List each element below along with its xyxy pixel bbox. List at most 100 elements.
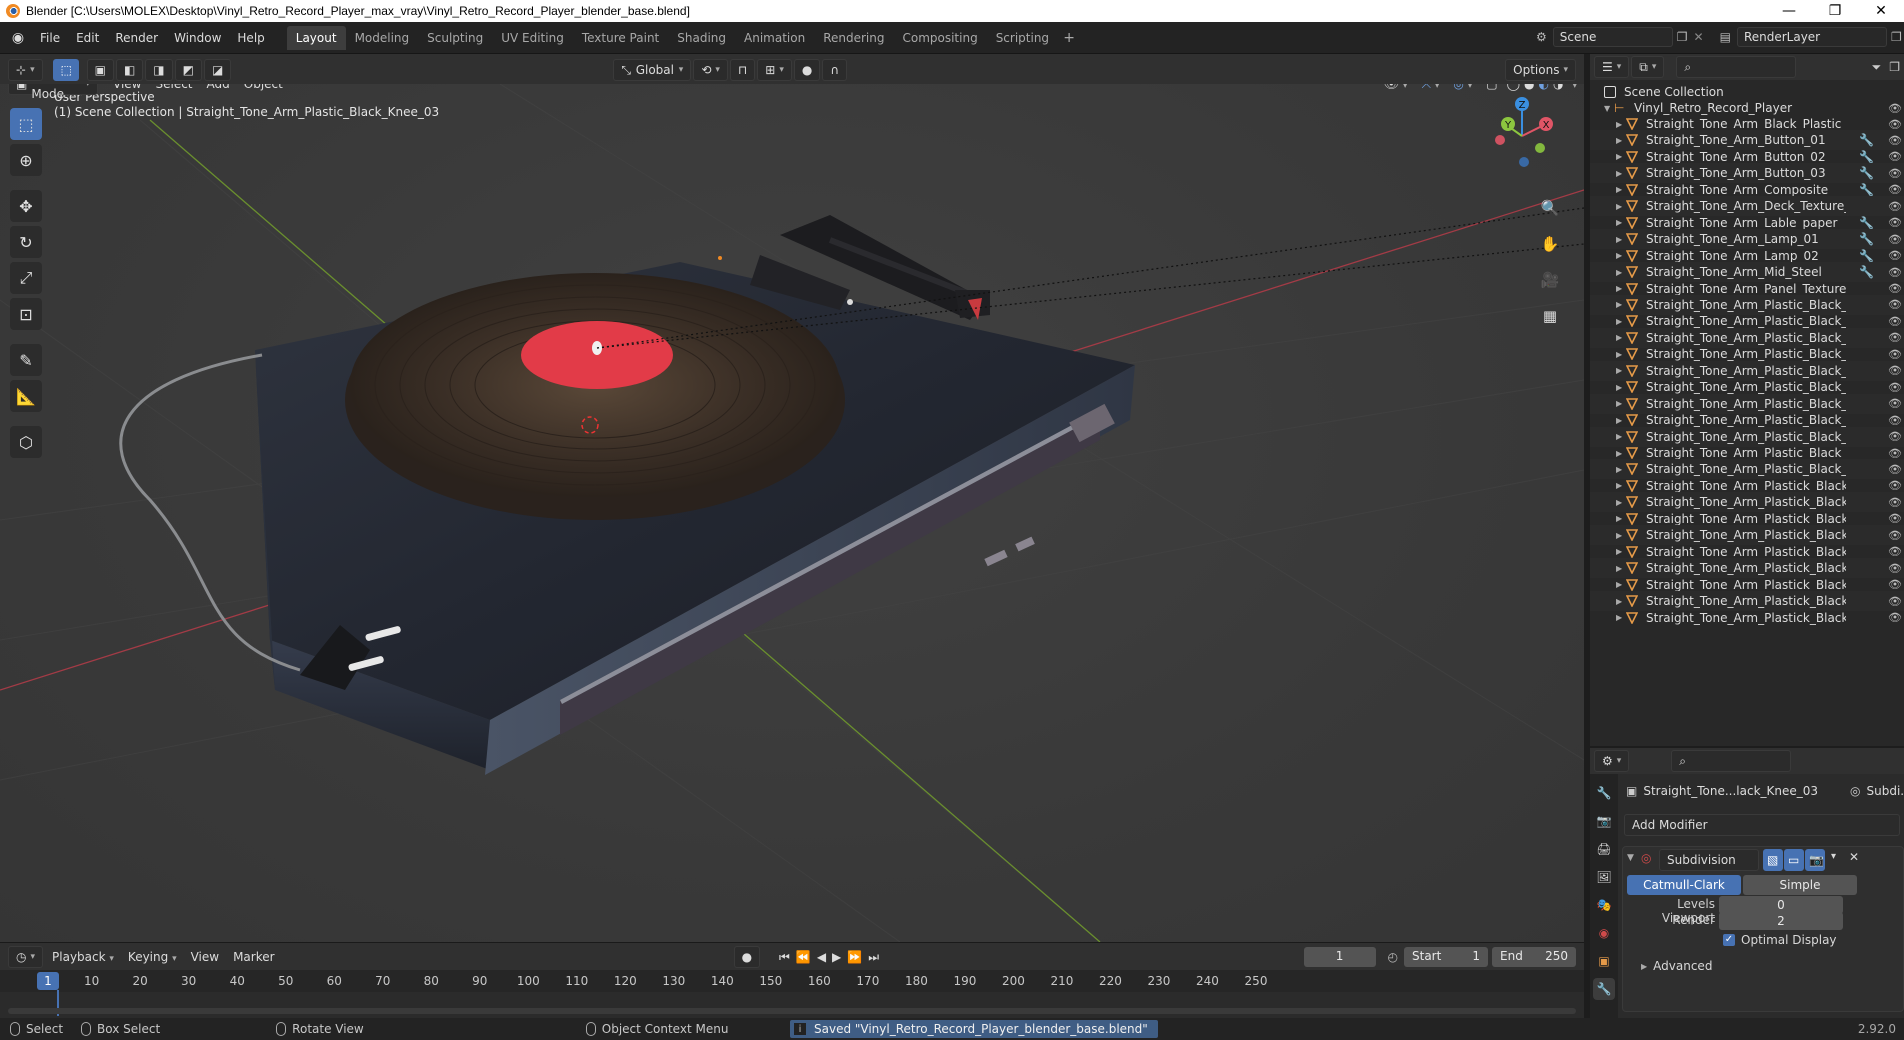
- expand-arrow-icon[interactable]: ▶: [1616, 449, 1626, 458]
- scene-icon[interactable]: ⚙: [1536, 30, 1547, 44]
- tab-scripting[interactable]: Scripting: [987, 26, 1058, 50]
- tab-layout[interactable]: Layout: [286, 25, 346, 50]
- timeline-menu-marker[interactable]: Marker: [226, 946, 281, 968]
- close-button[interactable]: ✕: [1858, 0, 1904, 22]
- play-icon[interactable]: ▶: [829, 946, 844, 968]
- select-mode-intersect-icon[interactable]: ◪: [203, 59, 232, 81]
- expand-arrow-icon[interactable]: ▶: [1616, 465, 1626, 474]
- expand-arrow-icon[interactable]: ▶: [1616, 514, 1626, 523]
- visibility-eye-icon[interactable]: 👁: [1888, 183, 1902, 196]
- select-mode-invert-icon[interactable]: ◩: [174, 59, 202, 81]
- visibility-eye-icon[interactable]: 👁: [1888, 595, 1902, 608]
- scale-icon[interactable]: ⤢: [10, 262, 42, 294]
- outliner[interactable]: Scene Collection ▼ ⊢ Vinyl_Retro_Record_…: [1590, 80, 1904, 746]
- render-levels-field[interactable]: 2: [1719, 912, 1843, 930]
- proportional-edit-icon[interactable]: ●: [793, 59, 821, 81]
- visibility-eye-icon[interactable]: 👁: [1888, 414, 1902, 427]
- stopwatch-icon[interactable]: ◴: [1388, 950, 1398, 964]
- menu-render[interactable]: Render: [107, 27, 166, 49]
- timeline-editor-type-button[interactable]: ◷ ▾: [8, 945, 44, 968]
- camera-view-icon[interactable]: 🎥: [1536, 266, 1564, 294]
- select-tool-icon[interactable]: ⬚: [52, 59, 79, 81]
- expand-arrow-icon[interactable]: ▶: [1616, 317, 1626, 326]
- expand-arrow-icon[interactable]: ▶: [1616, 383, 1626, 392]
- visibility-eye-icon[interactable]: 👁: [1888, 167, 1902, 180]
- jump-end-icon[interactable]: ⏭: [865, 946, 882, 968]
- navigation-gizmo[interactable]: Z X Y: [1482, 94, 1562, 174]
- optimal-display-checkbox[interactable]: ✓ Optimal Display: [1723, 933, 1837, 947]
- current-frame-field[interactable]: 1: [1303, 946, 1376, 967]
- select-mode-extend-icon[interactable]: ◧: [115, 59, 144, 81]
- visibility-eye-icon[interactable]: 👁: [1888, 134, 1902, 147]
- render-layer-icon[interactable]: ▤: [1720, 30, 1731, 44]
- object-tab-icon[interactable]: ▣: [1593, 950, 1615, 972]
- visibility-eye-icon[interactable]: 👁: [1888, 611, 1902, 624]
- simple-option[interactable]: Simple: [1743, 875, 1857, 895]
- minimize-button[interactable]: —: [1766, 0, 1812, 22]
- viewport-menu-view[interactable]: View: [106, 84, 148, 95]
- viewport-menu-add[interactable]: Add: [200, 84, 237, 95]
- add-modifier-dropdown[interactable]: Add Modifier: [1624, 814, 1900, 836]
- visibility-eye-icon[interactable]: 👁: [1888, 496, 1902, 509]
- modifier-wrench-icon[interactable]: 🔧: [1859, 232, 1874, 246]
- select-mode-new-icon[interactable]: ▣: [86, 59, 114, 81]
- visibility-eye-icon[interactable]: 👁: [1888, 562, 1902, 575]
- menu-file[interactable]: File: [32, 27, 68, 49]
- visibility-eye-icon[interactable]: 👁: [1888, 200, 1902, 213]
- blender-menu-icon[interactable]: ◉: [4, 28, 32, 48]
- transform-orientation-dropdown[interactable]: ⤡ Global ▾: [613, 59, 692, 81]
- new-collection-icon[interactable]: ❐: [1889, 60, 1900, 74]
- expand-arrow-icon[interactable]: ▶: [1616, 333, 1626, 342]
- timeline-ruler[interactable]: 10 20 30 40 50 60 70 80 90 100 110 120 130 140 150 160 1…: [0, 970, 1584, 992]
- expand-arrow-icon[interactable]: ▶: [1616, 120, 1626, 129]
- visibility-eye-icon[interactable]: 👁: [1888, 331, 1902, 344]
- menu-edit[interactable]: Edit: [68, 27, 107, 49]
- visibility-eye-icon[interactable]: 👁: [1888, 315, 1902, 328]
- end-frame-field[interactable]: End 250: [1492, 946, 1576, 967]
- select-mode-subtract-icon[interactable]: ◨: [145, 59, 173, 81]
- expand-arrow-icon[interactable]: ▶: [1616, 284, 1626, 293]
- properties-editor-type-button[interactable]: ⚙ ▾: [1594, 750, 1630, 772]
- measure-icon[interactable]: 📐: [10, 380, 42, 412]
- visibility-eye-icon[interactable]: 👁: [1888, 348, 1902, 361]
- viewport-menu-object[interactable]: Object: [237, 84, 290, 95]
- new-scene-icon[interactable]: ❐: [1677, 30, 1688, 44]
- 3d-viewport[interactable]: User Perspective (1) Scene Collection | …: [0, 84, 1584, 942]
- scene-name-field[interactable]: Scene: [1552, 27, 1673, 47]
- expand-arrow-icon[interactable]: ▶: [1616, 350, 1626, 359]
- playhead[interactable]: 1: [37, 972, 59, 990]
- viewport-toggle-icon[interactable]: ▭: [1784, 849, 1804, 871]
- expand-arrow-icon[interactable]: ▶: [1616, 300, 1626, 309]
- tab-compositing[interactable]: Compositing: [893, 26, 986, 50]
- overlay-toggle-icon[interactable]: ◎ ▾: [1446, 84, 1479, 95]
- tab-texture-paint[interactable]: Texture Paint: [573, 26, 668, 50]
- modifier-tab-icon[interactable]: 🔧: [1593, 978, 1615, 1000]
- options-dropdown[interactable]: Options ▾: [1505, 59, 1576, 81]
- rotate-icon[interactable]: ↻: [10, 226, 42, 258]
- display-mode-button[interactable]: ⧉ ▾: [1631, 56, 1665, 78]
- expand-arrow-icon[interactable]: ▶: [1616, 547, 1626, 556]
- maximize-button[interactable]: ❐: [1812, 0, 1858, 22]
- scene-tab-icon[interactable]: 🎭: [1593, 894, 1615, 916]
- gizmo-toggle-icon[interactable]: ⤧ ▾: [1414, 84, 1446, 95]
- collapse-arrow-icon[interactable]: ▼: [1627, 853, 1634, 863]
- expand-arrow-icon[interactable]: ▶: [1616, 597, 1626, 606]
- modifier-wrench-icon[interactable]: 🔧: [1859, 265, 1874, 279]
- visibility-eye-icon[interactable]: 👁: [1888, 216, 1902, 229]
- visibility-eye-icon[interactable]: 👁: [1888, 512, 1902, 525]
- modifier-wrench-icon[interactable]: 🔧: [1859, 216, 1874, 230]
- viewport-menu-select[interactable]: Select: [148, 84, 199, 95]
- modifier-wrench-icon[interactable]: 🔧: [1859, 150, 1874, 164]
- expand-arrow-icon[interactable]: ▶: [1616, 564, 1626, 573]
- visibility-eye-icon[interactable]: 👁: [1888, 150, 1902, 163]
- tab-rendering[interactable]: Rendering: [814, 26, 893, 50]
- outliner-search-input[interactable]: ⌕: [1676, 56, 1797, 78]
- expand-arrow-icon[interactable]: ▶: [1616, 185, 1626, 194]
- expand-arrow-icon[interactable]: ▶: [1616, 152, 1626, 161]
- zoom-icon[interactable]: 🔍: [1536, 194, 1564, 222]
- world-tab-icon[interactable]: ◉: [1593, 922, 1615, 944]
- visibility-icon[interactable]: 👁 ▾: [1377, 84, 1415, 95]
- timeline[interactable]: 10 20 30 40 50 60 70 80 90 100 110 120 130 140 150 160 1…: [0, 970, 1584, 1018]
- jump-start-icon[interactable]: ⏮: [776, 946, 793, 968]
- next-keyframe-icon[interactable]: ⏩: [844, 946, 865, 968]
